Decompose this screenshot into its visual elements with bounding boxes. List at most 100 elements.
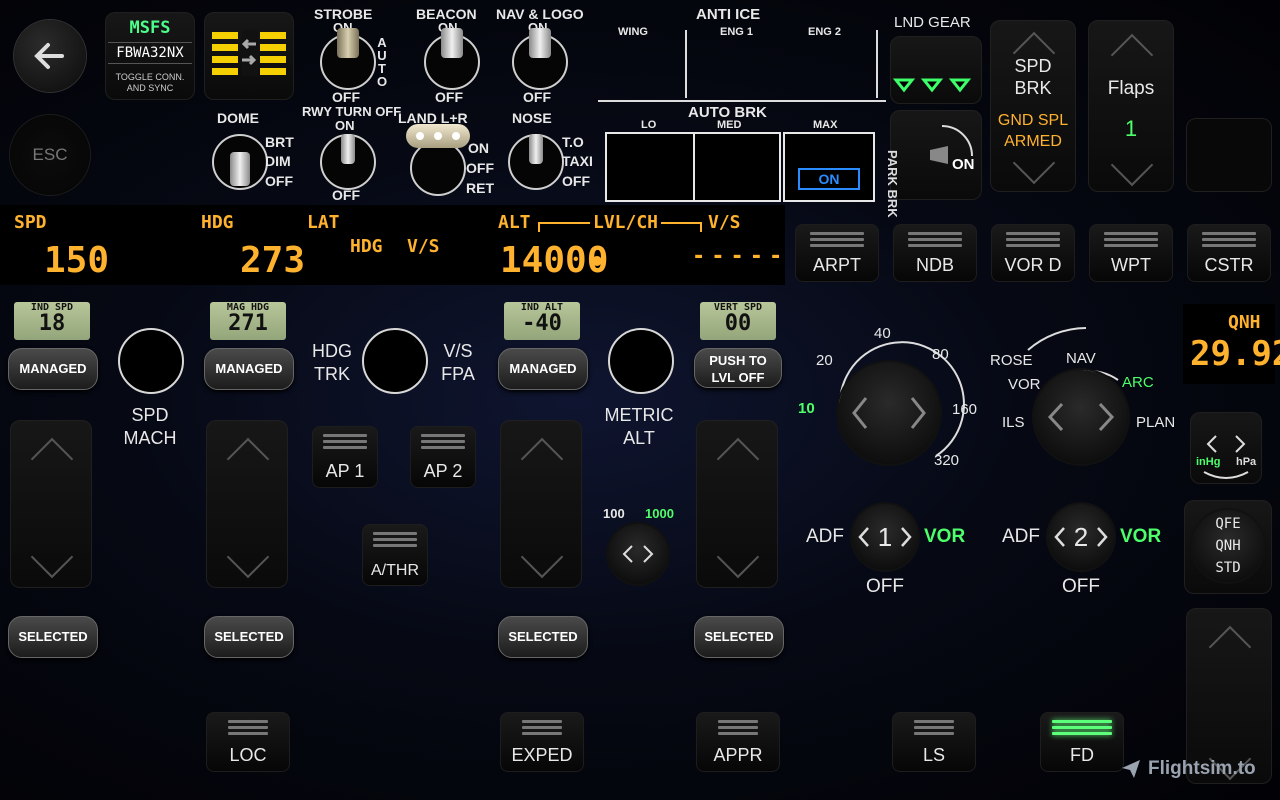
anti-ice-divider-1: [685, 30, 687, 98]
back-button[interactable]: [14, 20, 86, 92]
spd-mach-label: SPD MACH: [123, 405, 177, 448]
spd-mach-button[interactable]: [118, 328, 184, 394]
mag-hdg-lcd: MAG HDG 271: [210, 302, 286, 340]
flaps-lever[interactable]: Flaps 1: [1088, 20, 1174, 192]
fcu-lat-label: LAT: [307, 212, 340, 233]
metric-alt-label: METRIC ALT: [604, 405, 674, 448]
mode-knob[interactable]: [1034, 370, 1128, 464]
fd-button[interactable]: FD: [1040, 712, 1124, 772]
ind-spd-lcd: IND SPD 18: [14, 302, 90, 340]
beacon-switch[interactable]: [424, 28, 480, 90]
appr-button[interactable]: APPR: [696, 712, 780, 772]
ap2-label: AP 2: [423, 461, 463, 481]
metric-alt-button[interactable]: [608, 328, 674, 394]
dome-dim: DIM: [265, 153, 291, 169]
exit-arrows-icon: [212, 30, 286, 76]
rwy-turn-off: OFF: [332, 187, 360, 203]
vs-selector[interactable]: [696, 420, 778, 588]
ap2-button[interactable]: AP 2: [410, 426, 476, 488]
push-lvl-off-button[interactable]: PUSH TO LVL OFF: [694, 348, 782, 388]
park-brk-lever-icon: [930, 125, 973, 164]
mode-arc: ARC: [1122, 374, 1154, 391]
flaps-label: Flaps: [1107, 78, 1155, 99]
adf-vor-1-switch[interactable]: 1: [852, 504, 918, 570]
anti-ice-wing[interactable]: WING: [618, 26, 648, 38]
anti-ice-eng1[interactable]: ENG 1: [720, 26, 753, 38]
msfs-connect-button[interactable]: MSFS FBWA32NX TOGGLE CONN. AND SYNC: [105, 12, 195, 100]
beacon-off: OFF: [435, 89, 463, 105]
hdg-trk-vs-fpa-button[interactable]: [362, 328, 428, 394]
fcu-spd-value: 150: [44, 240, 110, 281]
dome-off: OFF: [265, 173, 293, 189]
vs-selected-button[interactable]: SELECTED: [694, 616, 784, 658]
esc-button[interactable]: ESC: [10, 115, 90, 195]
strobe-switch[interactable]: [320, 28, 376, 90]
park-brk-button[interactable]: PARK BRK ON: [885, 110, 982, 218]
nose-switch[interactable]: [508, 134, 564, 190]
ls-button[interactable]: LS: [892, 712, 976, 772]
spd-brk-line1: SPD: [1014, 56, 1052, 76]
range-320: 320: [934, 452, 960, 469]
loc-button[interactable]: LOC: [206, 712, 290, 772]
lnd-gear-lever[interactable]: [890, 36, 982, 104]
chevron-up-icon: [226, 437, 270, 481]
range-20: 20: [816, 352, 833, 369]
baro-unit-selector[interactable]: inHg hPa: [1190, 412, 1262, 484]
land-switch[interactable]: [410, 140, 466, 196]
vert-spd-lcd: VERT SPD 00: [700, 302, 776, 340]
alt-selected-button[interactable]: SELECTED: [498, 616, 588, 658]
ap1-button[interactable]: AP 1: [312, 426, 378, 488]
nose-title: NOSE: [512, 110, 552, 126]
alt-inc-1000[interactable]: 1000: [645, 506, 674, 521]
vs-fpa-label: V/S FPA: [441, 341, 475, 384]
auto-brk-max-button[interactable]: ON: [783, 132, 875, 202]
loc-label: LOC: [229, 745, 267, 765]
indicator-bars: [421, 434, 465, 452]
mode-nav: NAV: [1066, 350, 1096, 367]
adf2-label: ADF: [1002, 526, 1040, 547]
efis-vord-button[interactable]: VOR D: [991, 224, 1075, 282]
spd-managed-button[interactable]: MANAGED: [8, 348, 98, 390]
chevrons-left-right-icon: [622, 545, 654, 563]
efis-wpt-button[interactable]: WPT: [1089, 224, 1173, 282]
efis-cstr-label: CSTR: [1204, 255, 1254, 275]
vert-spd-value: 00: [724, 311, 752, 336]
fcu-vs-value: -----: [692, 244, 789, 269]
fcu-vs-mode: V/S: [407, 236, 440, 257]
auto-brk-lo-button[interactable]: [605, 132, 697, 202]
exped-button[interactable]: EXPED: [500, 712, 584, 772]
spd-selector[interactable]: [10, 420, 92, 588]
alt-managed-button[interactable]: MANAGED: [498, 348, 588, 390]
indicator-bars: [718, 720, 758, 738]
rwy-turn-switch[interactable]: [320, 134, 376, 190]
spd-selected-button[interactable]: SELECTED: [8, 616, 98, 658]
hdg-selected-button[interactable]: SELECTED: [204, 616, 294, 658]
chevron-down-icon: [30, 535, 74, 579]
nose-off: OFF: [562, 173, 590, 189]
range-knob[interactable]: [838, 362, 940, 464]
alt-selector[interactable]: [500, 420, 582, 588]
adf-vor-2-switch[interactable]: 2: [1048, 504, 1114, 570]
efis-ndb-button[interactable]: NDB: [893, 224, 977, 282]
alt-increment-knob[interactable]: [608, 524, 668, 584]
nav-logo-switch[interactable]: [512, 28, 568, 90]
dome-switch[interactable]: [212, 134, 268, 190]
signs-switch[interactable]: [204, 12, 294, 100]
hdg-selector[interactable]: [206, 420, 288, 588]
hdg-managed-button[interactable]: MANAGED: [204, 348, 294, 390]
chevrons-left-right-icon: [1047, 402, 1115, 432]
mode-vor: VOR: [1008, 376, 1041, 393]
indicator-bars: [1052, 720, 1112, 738]
dome-brt: BRT: [265, 134, 294, 150]
efis-arpt-button[interactable]: ARPT: [795, 224, 879, 282]
athr-button[interactable]: A/THR: [362, 524, 428, 586]
adf1-label: ADF: [806, 526, 844, 547]
auto-brk-med-button[interactable]: [693, 132, 781, 202]
alt-inc-100[interactable]: 100: [603, 506, 625, 521]
fcu-alt-label: ALT: [498, 212, 531, 233]
qfe-qnh-std-knob[interactable]: QFE QNH STD: [1184, 500, 1272, 594]
rwy-turn-title: RWY TURN OFF: [302, 104, 402, 119]
efis-cstr-button[interactable]: CSTR: [1187, 224, 1271, 282]
anti-ice-eng2[interactable]: ENG 2: [808, 26, 841, 38]
spd-brk-lever[interactable]: SPD BRK GND SPL ARMED: [990, 20, 1076, 192]
